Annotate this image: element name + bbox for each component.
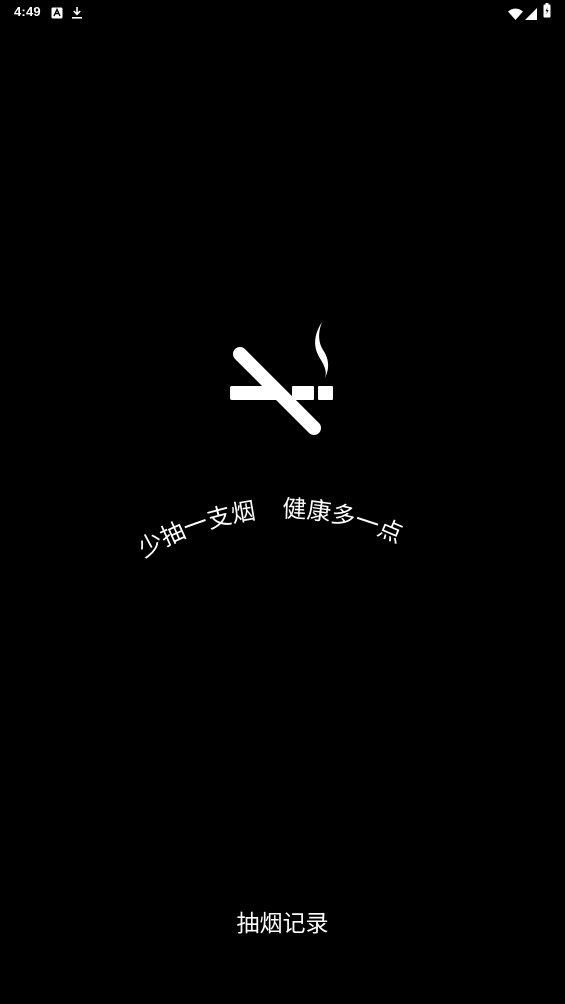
status-bar: 4:49 xyxy=(0,0,565,24)
wifi-icon xyxy=(508,5,523,24)
slogan: 少抽一支烟 健康多一点 xyxy=(120,480,450,580)
download-icon xyxy=(71,4,83,23)
signal-icon xyxy=(525,5,537,24)
slogan-part1: 少抽一支烟 xyxy=(134,497,258,563)
a-notification-icon xyxy=(51,4,63,23)
splash-screen: 4:49 少抽一支烟 健康多一点 抽烟记录 xyxy=(0,0,565,1004)
status-time: 4:49 xyxy=(14,4,41,19)
slogan-part2: 健康多一点 xyxy=(282,495,407,549)
svg-text:少抽一支烟 健康多一点: 少抽一支烟 健康多一点 xyxy=(134,495,407,563)
no-smoking-icon xyxy=(226,320,338,438)
smoking-record-button[interactable]: 抽烟记录 xyxy=(0,904,565,938)
battery-icon xyxy=(543,3,551,22)
